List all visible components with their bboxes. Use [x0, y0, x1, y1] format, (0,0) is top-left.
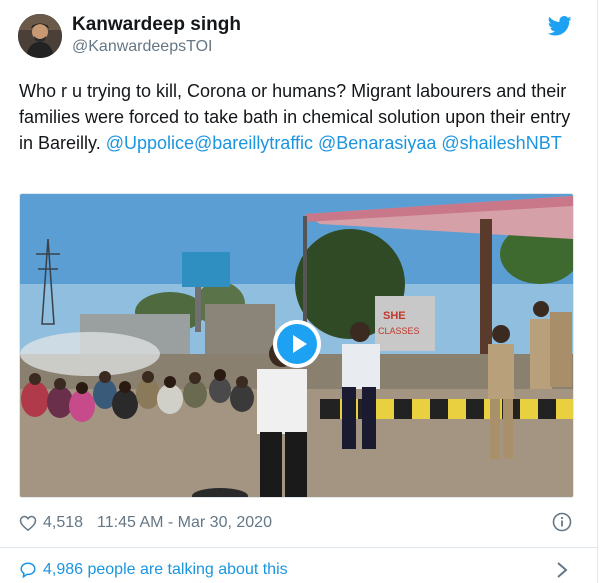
heart-icon[interactable] [19, 514, 37, 532]
svg-text:SHE: SHE [383, 310, 406, 322]
svg-text:CLASSES: CLASSES [378, 326, 420, 336]
tweet-card: Kanwardeep singh @KanwardeepsTOI Who r u… [0, 0, 598, 583]
talking-text: 4,986 people are talking about this [43, 561, 288, 578]
tweet-timestamp[interactable]: 11:45 AM - Mar 30, 2020 [97, 514, 272, 532]
mention-link[interactable]: @Uppolice [106, 133, 194, 153]
chevron-right-icon [557, 562, 568, 578]
divider [0, 547, 598, 548]
display-name[interactable]: Kanwardeep singh [72, 14, 241, 36]
comment-bubble-icon [20, 562, 36, 579]
user-handle[interactable]: @KanwardeepsTOI [72, 38, 212, 56]
video-thumbnail[interactable]: SHE CLASSES [19, 193, 574, 498]
play-icon [277, 324, 317, 364]
like-count[interactable]: 4,518 [43, 514, 83, 532]
mention-link[interactable]: @shaileshNBT [441, 133, 561, 153]
twitter-bird-icon[interactable] [547, 16, 572, 36]
mention-link[interactable]: @Benarasiyaa [318, 133, 436, 153]
conversation-link[interactable]: 4,986 people are talking about this [19, 559, 579, 581]
info-icon[interactable] [552, 512, 572, 532]
tweet-meta: 4,518 11:45 AM - Mar 30, 2020 [19, 512, 272, 534]
play-button[interactable] [273, 320, 321, 368]
avatar[interactable] [18, 14, 62, 58]
mention-link[interactable]: @bareillytraffic [194, 133, 313, 153]
tweet-text: Who r u trying to kill, Corona or humans… [19, 78, 579, 156]
